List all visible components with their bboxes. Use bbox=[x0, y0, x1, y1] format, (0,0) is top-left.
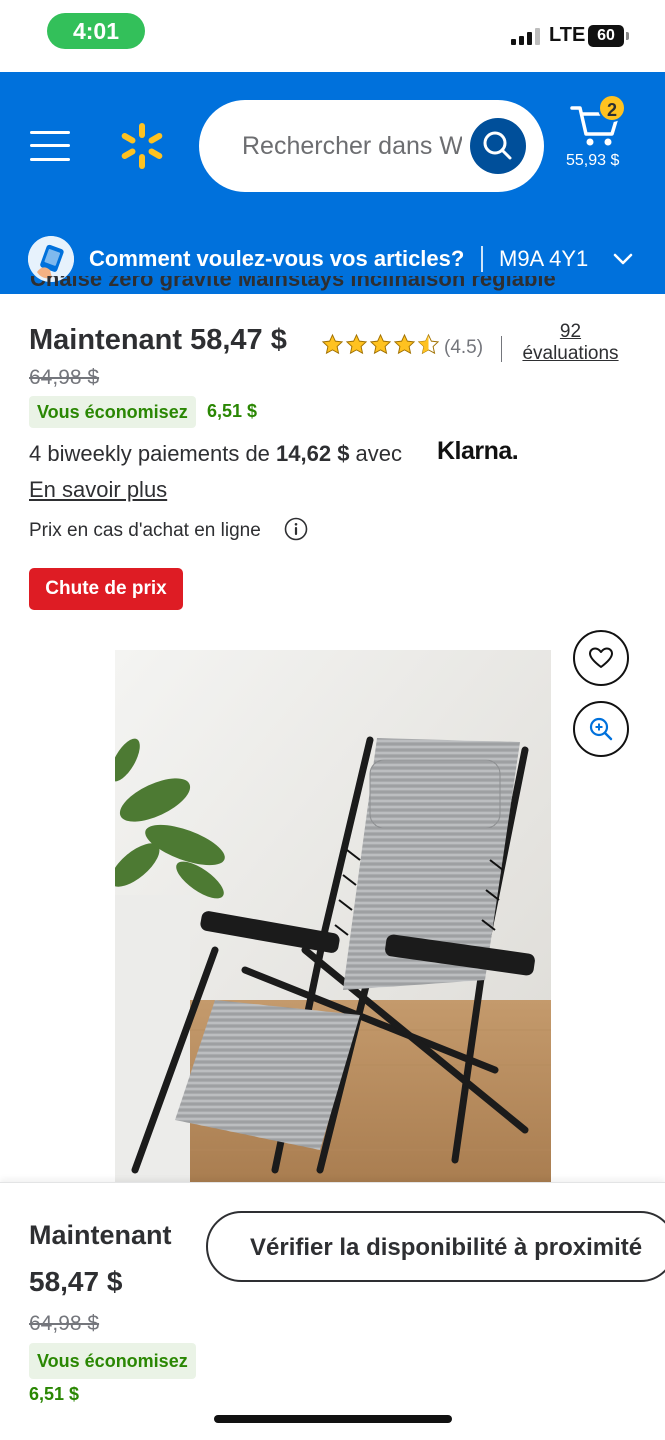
sticky-price: 58,47 $ bbox=[29, 1266, 123, 1297]
divider bbox=[481, 246, 483, 272]
menu-icon[interactable] bbox=[30, 131, 70, 161]
chair-illustration bbox=[115, 650, 551, 1185]
cart-total[interactable]: 55,93 $ bbox=[566, 152, 619, 170]
current-price: Maintenant 58,47 $ bbox=[29, 324, 287, 356]
sticky-old-price: 64,98 $ bbox=[29, 1312, 100, 1335]
sticky-price-label: Maintenant bbox=[29, 1220, 172, 1250]
search-icon bbox=[483, 131, 512, 160]
postal-code[interactable]: M9A 4Y1 bbox=[499, 246, 588, 272]
chevron-down-icon[interactable] bbox=[612, 248, 634, 270]
status-time: 4:01 bbox=[47, 13, 145, 49]
star-icon bbox=[345, 333, 368, 355]
zoom-image-button[interactable] bbox=[573, 701, 629, 757]
battery-icon: 60 bbox=[588, 25, 629, 47]
star-icon bbox=[369, 333, 392, 355]
online-price-note: Prix en cas d'achat en ligne bbox=[29, 520, 261, 541]
home-indicator[interactable] bbox=[214, 1415, 452, 1423]
price-drop-badge: Chute de prix bbox=[29, 568, 183, 610]
star-icon bbox=[321, 333, 344, 355]
cart-count-badge[interactable]: 2 bbox=[598, 94, 626, 122]
search-button[interactable] bbox=[470, 118, 526, 174]
status-bar: 4:01 LTE 60 bbox=[0, 0, 665, 72]
fulfillment-prompt[interactable]: Comment voulez-vous vos articles? bbox=[89, 246, 464, 272]
heart-icon bbox=[589, 647, 613, 668]
rating-stars[interactable] bbox=[321, 333, 440, 356]
learn-more-link[interactable]: En savoir plus bbox=[29, 477, 167, 503]
walmart-spark-icon[interactable] bbox=[117, 121, 167, 171]
klarna-logo: Klarna. bbox=[437, 437, 519, 465]
check-availability-label: Vérifier la disponibilité à proximité bbox=[250, 1234, 643, 1261]
star-half-icon bbox=[417, 333, 440, 355]
savings-badge: Vous économisez bbox=[29, 396, 196, 428]
check-availability-button[interactable]: Vérifier la disponibilité à proximité bbox=[206, 1211, 665, 1282]
zoom-in-icon bbox=[589, 717, 613, 741]
review-count[interactable]: 92 bbox=[519, 321, 622, 343]
sticky-savings-badge: Vous économisez bbox=[29, 1343, 196, 1379]
search-input[interactable]: Rechercher dans Walmart bbox=[199, 100, 544, 192]
sticky-savings-amount: 6,51 $ bbox=[29, 1384, 80, 1404]
klarna-installments: 4 biweekly paiements de 14,62 $ avec bbox=[29, 441, 403, 466]
product-title: Chaise zéro gravité Mainstays inclinaiso… bbox=[30, 276, 556, 291]
old-price: 64,98 $ bbox=[29, 366, 100, 389]
add-to-favorites-button[interactable] bbox=[573, 630, 629, 686]
savings-amount: 6,51 $ bbox=[207, 401, 258, 421]
star-icon bbox=[393, 333, 416, 355]
divider bbox=[501, 336, 502, 362]
network-label: LTE bbox=[549, 24, 586, 46]
reviews-label[interactable]: évaluations bbox=[519, 343, 622, 365]
search-placeholder: Rechercher dans Walmart bbox=[242, 132, 462, 160]
info-icon[interactable] bbox=[284, 517, 308, 541]
reviews-link[interactable]: 92 évaluations bbox=[519, 321, 622, 365]
product-image[interactable] bbox=[115, 650, 551, 1185]
signal-icon bbox=[511, 27, 540, 45]
rating-value: (4.5) bbox=[444, 337, 484, 358]
